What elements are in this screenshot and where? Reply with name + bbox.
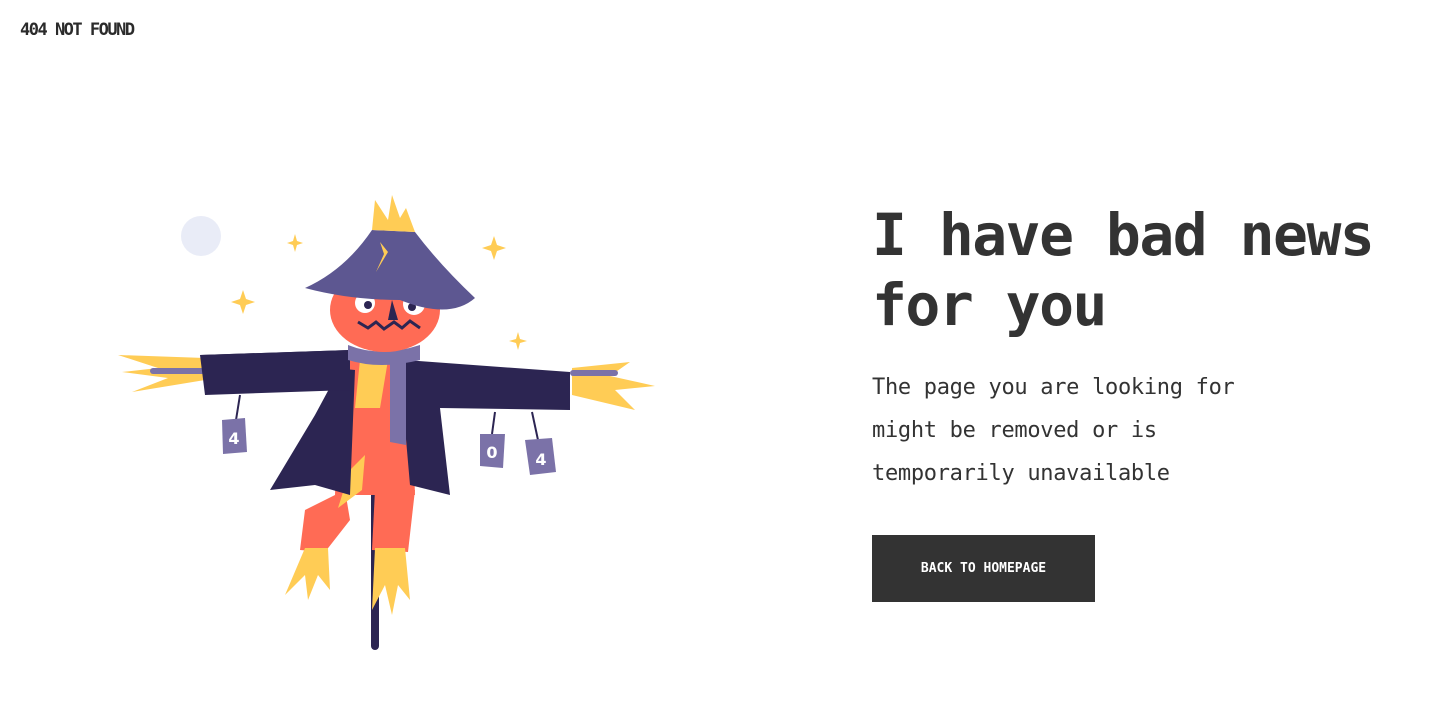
brand-logo[interactable]: 404 NOT FOUND xyxy=(20,20,135,40)
scarecrow-illustration-svg: 4 0 4 xyxy=(118,195,655,650)
can-middle: 0 xyxy=(480,434,505,468)
error-content: I have bad news for you The page you are… xyxy=(872,200,1432,602)
hat-icon xyxy=(305,230,475,310)
page-title: I have bad news for you xyxy=(872,201,1375,339)
can-label-2: 0 xyxy=(486,443,497,462)
back-to-homepage-button[interactable]: BACK TO HOMEPAGE xyxy=(872,535,1095,602)
can-left: 4 xyxy=(222,418,247,454)
can-label-3: 4 xyxy=(535,450,546,469)
error-description: The page you are looking for might be re… xyxy=(872,375,1235,486)
moon-icon xyxy=(181,216,221,256)
can-label-1: 4 xyxy=(228,429,239,448)
can-right: 4 xyxy=(525,438,556,475)
scarecrow-illustration: 4 0 4 xyxy=(110,190,670,660)
